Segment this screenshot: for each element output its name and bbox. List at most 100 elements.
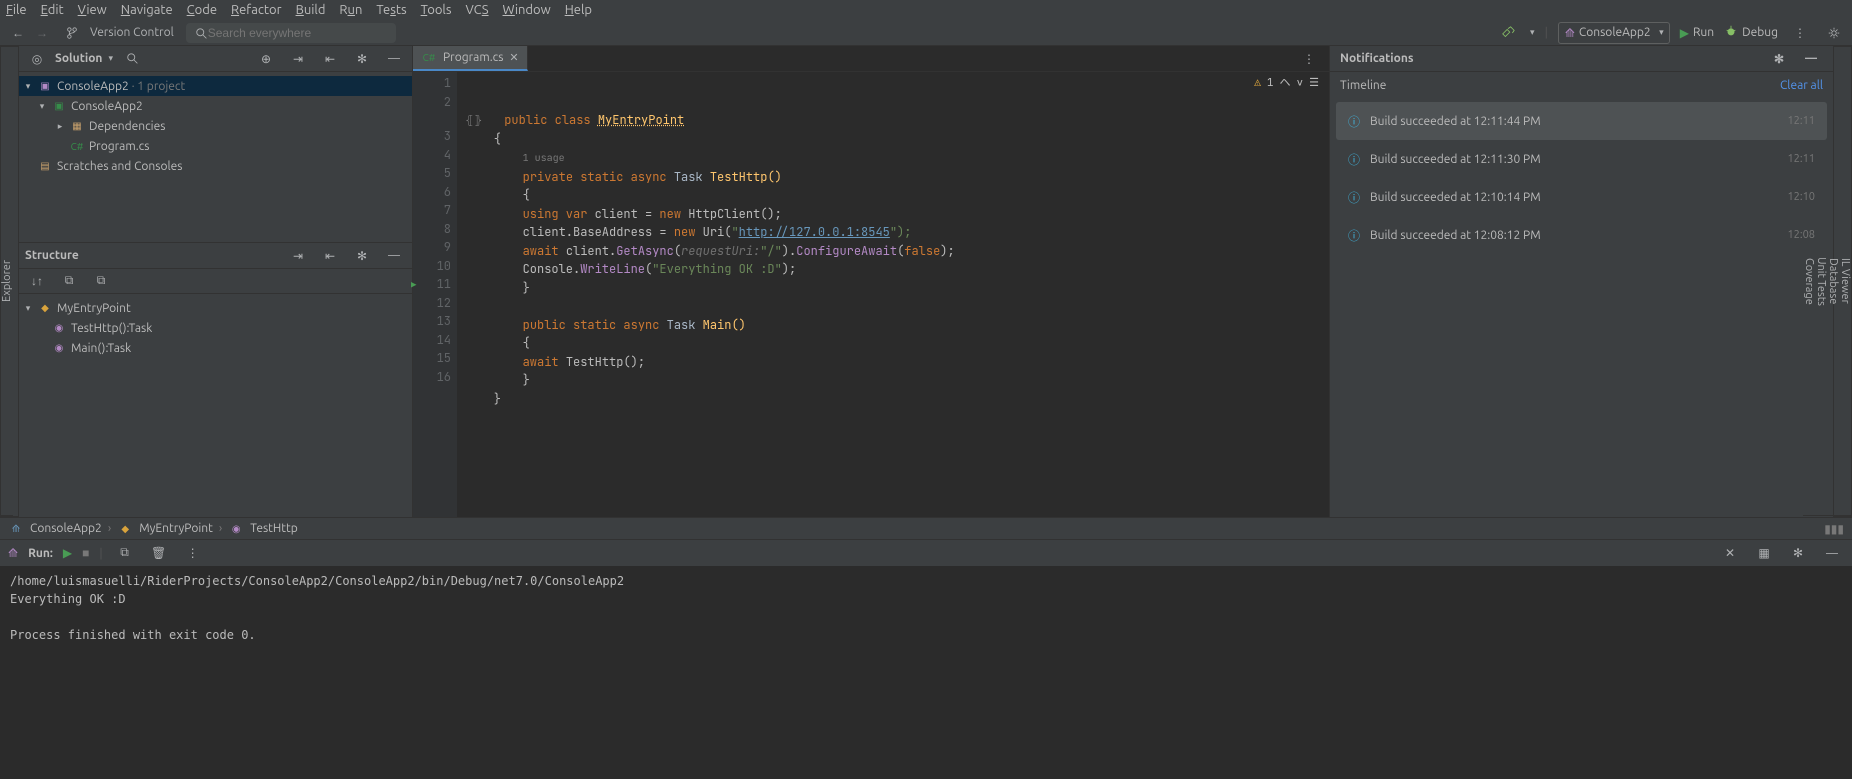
info-icon: ⓘ	[1348, 227, 1360, 244]
run-button[interactable]: ▶Run	[1680, 26, 1714, 40]
run-more-icon[interactable]: ⋮	[185, 545, 201, 561]
rerun-icon[interactable]: ▶	[63, 546, 72, 560]
trash-icon[interactable]: 🗑	[151, 545, 167, 561]
project-icon: ⟰	[8, 521, 24, 537]
info-icon: ⓘ	[1348, 189, 1360, 206]
search-input[interactable]	[186, 23, 396, 43]
menu-edit[interactable]: Edit	[41, 3, 64, 17]
right-tool-strip: IL Viewer Database Unit Tests Coverage	[1833, 46, 1852, 517]
solution-root[interactable]: ▾ ▣ ConsoleApp2 · 1 project	[19, 76, 412, 96]
collapse-all-icon[interactable]: ⇤	[322, 248, 338, 264]
vc-label[interactable]: Version Control	[90, 26, 174, 39]
stop-icon[interactable]: ■	[82, 546, 89, 560]
run-panel-icon: ⟰	[8, 546, 18, 560]
collapse-icon[interactable]: ⇤	[322, 51, 338, 67]
notification-item[interactable]: ⓘ Build succeeded at 12:10:14 PM 12:10	[1336, 178, 1827, 216]
csharp-icon: C#	[421, 50, 437, 66]
menu-vcs[interactable]: VCS	[465, 3, 488, 17]
debug-button[interactable]: Debug	[1724, 24, 1778, 41]
explorer-toolwindow[interactable]: Explorer	[1, 47, 13, 516]
crumb-project[interactable]: ConsoleApp2	[30, 522, 102, 535]
run-gear-icon[interactable]: ✻	[1790, 545, 1806, 561]
notification-item[interactable]: ⓘ Build succeeded at 12:08:12 PM 12:08	[1336, 216, 1827, 254]
menu-build[interactable]: Build	[296, 3, 326, 17]
run-close-icon[interactable]: ✕	[1722, 545, 1738, 561]
menu-view[interactable]: View	[78, 3, 107, 17]
layout-icon[interactable]: ⧉	[117, 545, 133, 561]
scope-icon[interactable]: ◎	[29, 51, 45, 67]
struct-testhttp[interactable]: ◉ TestHttp():Task	[19, 318, 412, 338]
gear-icon[interactable]	[1826, 25, 1842, 41]
solution-tree: ▾ ▣ ConsoleApp2 · 1 project ▾ ▣ ConsoleA…	[19, 72, 412, 242]
nav-back-icon[interactable]: ←	[10, 25, 26, 41]
il-viewer-toolwindow[interactable]: IL Viewer	[1839, 47, 1851, 516]
filter1-icon[interactable]: ⧉	[61, 273, 77, 289]
run-panel: ⟰ Run: ▶ ■ | ⧉ 🗑 ⋮ ✕ ▦ ✻ — /home/luismas…	[0, 539, 1852, 779]
class-icon: ◆	[117, 521, 133, 537]
structure-hide-icon[interactable]: —	[386, 248, 402, 264]
menu-file[interactable]: File	[6, 3, 27, 17]
unit-tests-toolwindow[interactable]: Unit Tests	[1815, 47, 1827, 516]
hammer-icon[interactable]	[1500, 25, 1516, 41]
info-icon: ⓘ	[1348, 151, 1360, 168]
menu-tests[interactable]: Tests	[376, 3, 406, 17]
target-icon[interactable]: ⊕	[258, 51, 274, 67]
info-icon: ⓘ	[1348, 113, 1360, 130]
branch-icon[interactable]	[64, 25, 80, 41]
tab-program[interactable]: C# Program.cs ✕	[413, 46, 528, 71]
editor-tabs: C# Program.cs ✕ ⋮	[413, 46, 1329, 72]
menu-code[interactable]: Code	[187, 3, 217, 17]
project-node[interactable]: ▾ ▣ ConsoleApp2	[19, 96, 412, 116]
hide-icon[interactable]: —	[386, 51, 402, 67]
scratches-node[interactable]: ▤ Scratches and Consoles	[19, 156, 412, 176]
run-config-combo[interactable]: ⟰ ConsoleApp2	[1558, 22, 1670, 44]
nav-forward-icon[interactable]: →	[34, 25, 50, 41]
program-file-node[interactable]: C# Program.cs	[19, 136, 412, 156]
dependencies-node[interactable]: ▸ ▦ Dependencies	[19, 116, 412, 136]
run-layout-icon[interactable]: ▦	[1756, 545, 1772, 561]
database-toolwindow[interactable]: Database	[1827, 47, 1839, 516]
console-output[interactable]: /home/luismasuelli/RiderProjects/Console…	[0, 566, 1852, 650]
solution-title: Solution	[55, 52, 102, 65]
left-tool-strip: Explorer	[0, 46, 19, 517]
filter2-icon[interactable]: ⧉	[93, 273, 109, 289]
more-icon[interactable]: ⋮	[1792, 25, 1808, 41]
search-icon	[194, 26, 210, 42]
settings-icon[interactable]: ✻	[354, 51, 370, 67]
structure-settings-icon[interactable]: ✻	[354, 248, 370, 264]
struct-entry[interactable]: ▾ ◆ MyEntryPoint	[19, 298, 412, 318]
notification-item[interactable]: ⓘ Build succeeded at 12:11:30 PM 12:11	[1336, 140, 1827, 178]
find-icon[interactable]	[125, 51, 141, 67]
structure-title: Structure	[25, 249, 79, 262]
menu-bar: File Edit View Navigate Code Refactor Bu…	[0, 0, 1852, 20]
notification-list: ⓘ Build succeeded at 12:11:44 PM 12:11 ⓘ…	[1330, 98, 1833, 258]
coverage-toolwindow[interactable]: Coverage	[1803, 47, 1815, 516]
tab-more-icon[interactable]: ⋮	[1301, 51, 1317, 67]
menu-help[interactable]: Help	[565, 3, 592, 17]
inspection-badge[interactable]: ⚠1 ヘ ∨ ☰	[1254, 74, 1319, 93]
minimap-icon[interactable]: ▮▮▮	[1824, 522, 1844, 536]
code-editor[interactable]: 12 345 678 910 11 ▶ 1213 141516 ⚠1 ヘ ∨ ☰…	[413, 72, 1329, 517]
timeline-header: Timeline Clear all	[1330, 72, 1833, 98]
struct-main[interactable]: ◉ Main():Task	[19, 338, 412, 358]
solution-header: ◎ Solution ▾ ⊕ ⇥ ⇤ ✻ —	[19, 46, 412, 72]
toolbar: ← → Version Control ▾ | ⟰ ConsoleApp2 ▶R…	[0, 20, 1852, 46]
notification-item[interactable]: ⓘ Build succeeded at 12:11:44 PM 12:11	[1336, 102, 1827, 140]
sort-icon[interactable]: ↓↑	[29, 273, 45, 289]
method-icon: ◉	[228, 521, 244, 537]
menu-window[interactable]: Window	[503, 3, 551, 17]
close-icon[interactable]: ✕	[509, 51, 518, 64]
crumb-class[interactable]: MyEntryPoint	[139, 522, 213, 535]
expand-all-icon[interactable]: ⇥	[290, 248, 306, 264]
run-hide-icon[interactable]: —	[1824, 545, 1840, 561]
menu-navigate[interactable]: Navigate	[121, 3, 173, 17]
notif-gear-icon[interactable]: ✻	[1771, 51, 1787, 67]
structure-tree: ▾ ◆ MyEntryPoint ◉ TestHttp():Task ◉ Mai…	[19, 294, 412, 362]
run-title: Run:	[28, 547, 53, 560]
crumb-method[interactable]: TestHttp	[250, 522, 297, 535]
expand-icon[interactable]: ⇥	[290, 51, 306, 67]
menu-refactor[interactable]: Refactor	[231, 3, 282, 17]
menu-tools[interactable]: Tools	[421, 3, 452, 17]
notifications-header: Notifications ✻ —	[1330, 46, 1833, 72]
menu-run[interactable]: Run	[339, 3, 362, 17]
